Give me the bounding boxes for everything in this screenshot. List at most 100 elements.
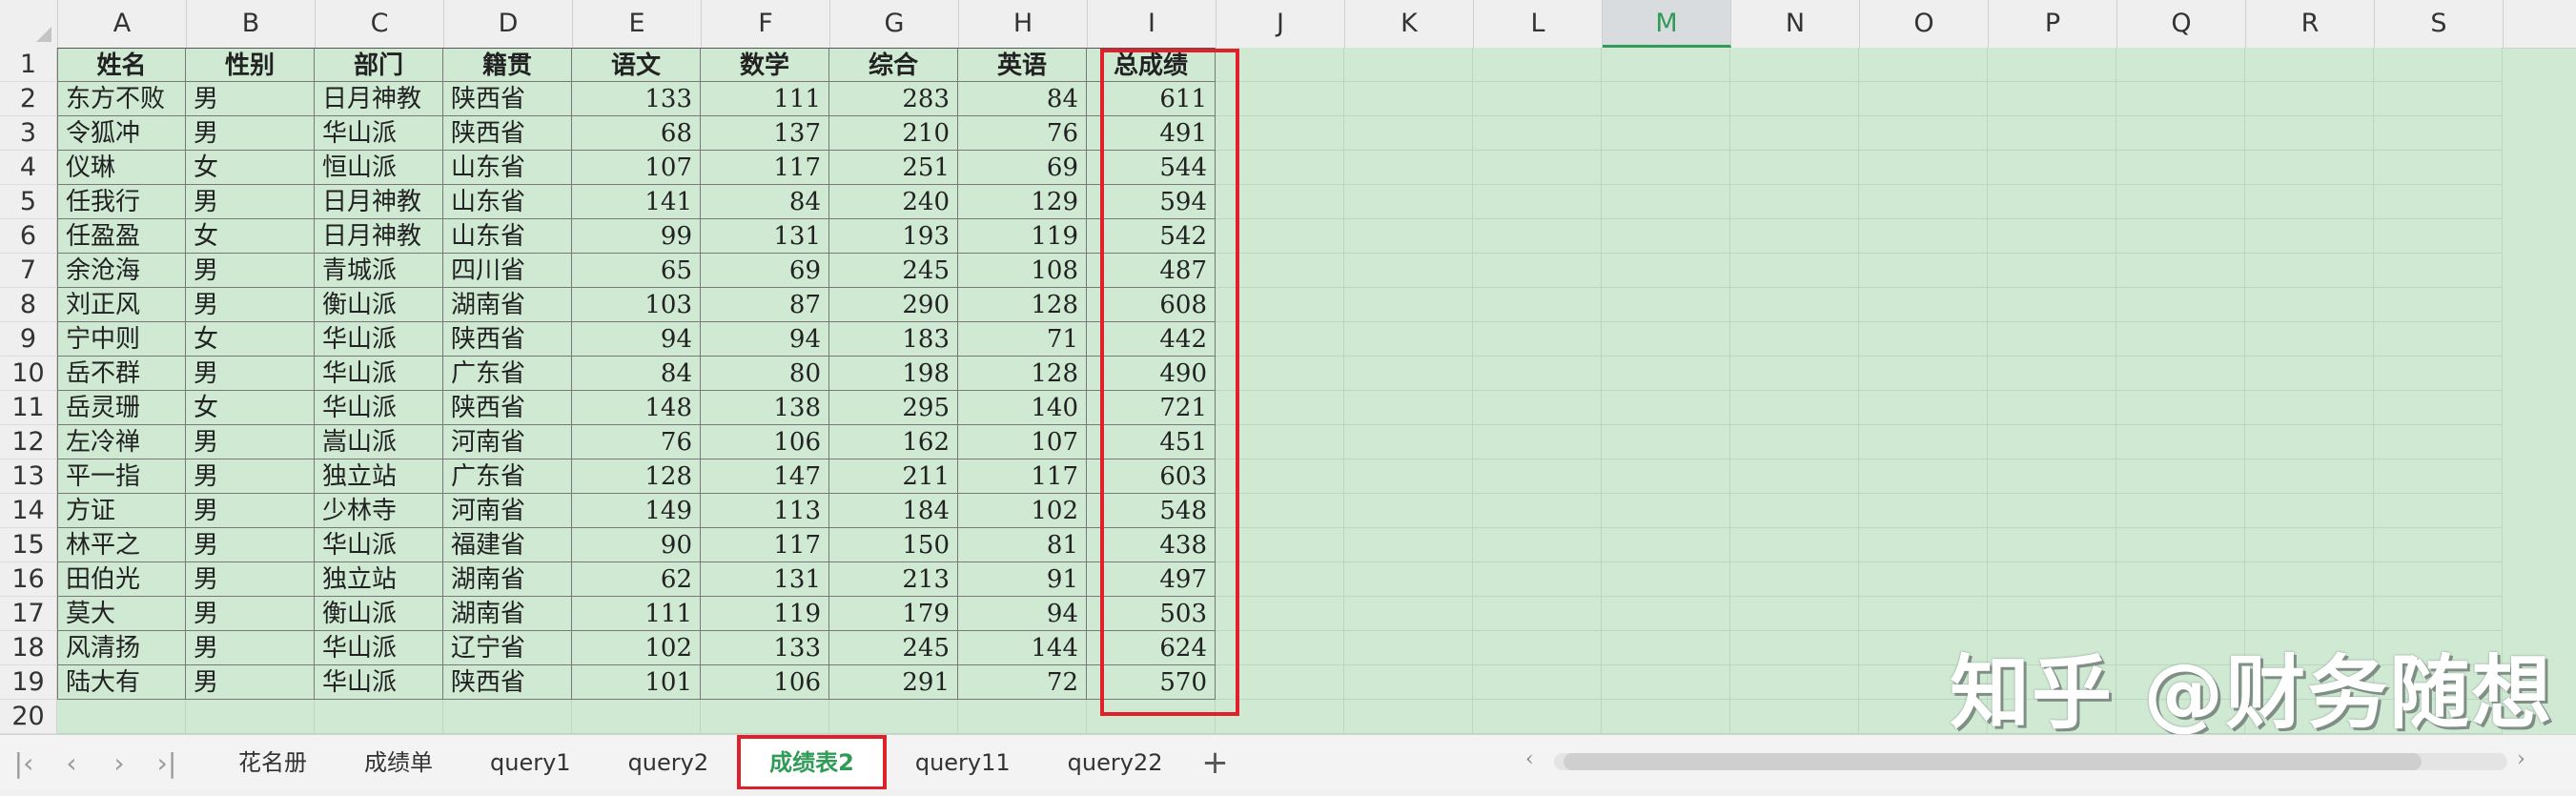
cell-p13[interactable] [1988, 459, 2116, 494]
cell-m5[interactable] [1602, 185, 1730, 219]
cell-o5[interactable] [1859, 185, 1988, 219]
row-header[interactable]: 7 [0, 254, 57, 288]
cell-s8[interactable] [2374, 288, 2503, 322]
cell-b13[interactable]: 男 [186, 459, 315, 494]
cell-c4[interactable]: 恒山派 [315, 151, 443, 185]
cell-o16[interactable] [1859, 562, 1988, 597]
row-header[interactable]: 12 [0, 425, 57, 459]
cell-k12[interactable] [1344, 425, 1473, 459]
cell-m3[interactable] [1602, 116, 1730, 151]
cell-j9[interactable] [1216, 322, 1344, 357]
column-header-j[interactable]: J [1216, 0, 1345, 48]
cell-c2[interactable]: 日月神教 [315, 82, 443, 116]
cell-d3[interactable]: 陕西省 [443, 116, 572, 151]
sheet-tab[interactable]: query2 [600, 735, 738, 790]
cell-g8[interactable]: 290 [829, 288, 958, 322]
cell-g6[interactable]: 193 [829, 219, 958, 254]
cell-e2[interactable]: 133 [572, 82, 701, 116]
cell-p14[interactable] [1988, 494, 2116, 528]
cell-j7[interactable] [1216, 254, 1344, 288]
cell-h6[interactable]: 119 [958, 219, 1087, 254]
cell-p9[interactable] [1988, 322, 2116, 357]
cell-g18[interactable]: 245 [829, 631, 958, 665]
row-header[interactable]: 19 [0, 665, 57, 700]
prev-sheet-icon[interactable]: ‹ [48, 735, 95, 790]
cell-h18[interactable]: 144 [958, 631, 1087, 665]
cell-s4[interactable] [2374, 151, 2503, 185]
row-header[interactable]: 18 [0, 631, 57, 665]
cell-i13[interactable]: 603 [1087, 459, 1216, 494]
cell-f16[interactable]: 131 [701, 562, 829, 597]
cell-m8[interactable] [1602, 288, 1730, 322]
cell-d1[interactable]: 籍贯 [443, 48, 572, 82]
cell-a5[interactable]: 任我行 [57, 185, 186, 219]
cell-m14[interactable] [1602, 494, 1730, 528]
cell-f15[interactable]: 117 [701, 528, 829, 562]
cell-n10[interactable] [1730, 357, 1859, 391]
select-all-corner[interactable] [0, 0, 58, 48]
sheet-tab[interactable]: 成绩单 [336, 735, 461, 790]
cell-c14[interactable]: 少林寺 [315, 494, 443, 528]
cell-d16[interactable]: 湖南省 [443, 562, 572, 597]
cell-k7[interactable] [1344, 254, 1473, 288]
cell-g15[interactable]: 150 [829, 528, 958, 562]
cell-j19[interactable] [1216, 665, 1344, 700]
column-header-s[interactable]: S [2375, 0, 2504, 48]
cell-f11[interactable]: 138 [701, 391, 829, 425]
cell-k20[interactable] [1344, 700, 1473, 734]
cell-b6[interactable]: 女 [186, 219, 315, 254]
cell-l19[interactable] [1473, 665, 1602, 700]
cell-m17[interactable] [1602, 597, 1730, 631]
cell-r17[interactable] [2245, 597, 2374, 631]
cell-k18[interactable] [1344, 631, 1473, 665]
cell-n14[interactable] [1730, 494, 1859, 528]
cell-s12[interactable] [2374, 425, 2503, 459]
cell-l3[interactable] [1473, 116, 1602, 151]
cell-d8[interactable]: 湖南省 [443, 288, 572, 322]
cell-f3[interactable]: 137 [701, 116, 829, 151]
cell-b3[interactable]: 男 [186, 116, 315, 151]
cell-s17[interactable] [2374, 597, 2503, 631]
cell-h2[interactable]: 84 [958, 82, 1087, 116]
cell-e11[interactable]: 148 [572, 391, 701, 425]
sheet-tab[interactable]: query1 [461, 735, 600, 790]
cell-n3[interactable] [1730, 116, 1859, 151]
cell-a8[interactable]: 刘正风 [57, 288, 186, 322]
cell-r6[interactable] [2245, 219, 2374, 254]
cell-l2[interactable] [1473, 82, 1602, 116]
row-header[interactable]: 14 [0, 494, 57, 528]
column-header-q[interactable]: Q [2117, 0, 2246, 48]
row-header[interactable]: 3 [0, 116, 57, 151]
cell-p12[interactable] [1988, 425, 2116, 459]
cell-j4[interactable] [1216, 151, 1344, 185]
cell-c18[interactable]: 华山派 [315, 631, 443, 665]
cell-k9[interactable] [1344, 322, 1473, 357]
cell-q14[interactable] [2116, 494, 2245, 528]
row-header[interactable]: 8 [0, 288, 57, 322]
cell-c7[interactable]: 青城派 [315, 254, 443, 288]
column-header-b[interactable]: B [187, 0, 316, 48]
cell-n9[interactable] [1730, 322, 1859, 357]
cell-l10[interactable] [1473, 357, 1602, 391]
column-header-c[interactable]: C [316, 0, 444, 48]
cell-l5[interactable] [1473, 185, 1602, 219]
cell-m19[interactable] [1602, 665, 1730, 700]
cell-e9[interactable]: 94 [572, 322, 701, 357]
cell-o4[interactable] [1859, 151, 1988, 185]
cell-p3[interactable] [1988, 116, 2116, 151]
cell-g12[interactable]: 162 [829, 425, 958, 459]
cell-d11[interactable]: 陕西省 [443, 391, 572, 425]
cell-c9[interactable]: 华山派 [315, 322, 443, 357]
cell-d15[interactable]: 福建省 [443, 528, 572, 562]
cell-r14[interactable] [2245, 494, 2374, 528]
cell-m15[interactable] [1602, 528, 1730, 562]
row-header[interactable]: 2 [0, 82, 57, 116]
cell-o1[interactable] [1859, 48, 1988, 82]
cell-l18[interactable] [1473, 631, 1602, 665]
cell-g5[interactable]: 240 [829, 185, 958, 219]
cell-c13[interactable]: 独立站 [315, 459, 443, 494]
cell-f8[interactable]: 87 [701, 288, 829, 322]
cell-q16[interactable] [2116, 562, 2245, 597]
cell-h12[interactable]: 107 [958, 425, 1087, 459]
cell-g7[interactable]: 245 [829, 254, 958, 288]
